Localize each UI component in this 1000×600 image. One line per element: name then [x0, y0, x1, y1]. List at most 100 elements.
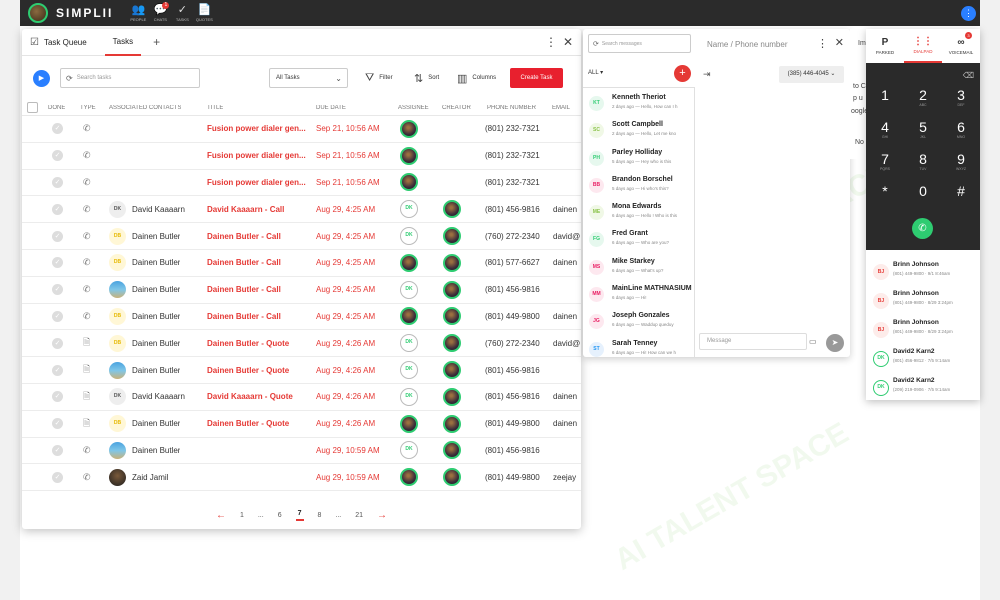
recent-call-item[interactable]: BJ Brinn Johnson (801) 449-9800 · 8/29 3:2… [866, 285, 980, 314]
assignee-avatar[interactable]: DK [400, 334, 418, 353]
phone-number[interactable]: (801) 456-9816 [485, 285, 540, 294]
keypad-key[interactable]: 4 GHI [866, 120, 904, 140]
table-row[interactable]: ✓ 🗎 Dainen Butler Dainen Butler - Quote Aug … [22, 357, 581, 384]
done-toggle[interactable]: ✓ [52, 257, 63, 269]
send-icon[interactable]: ➤ [826, 334, 844, 352]
keypad-key[interactable]: 6 MNO [942, 120, 980, 140]
table-row[interactable]: ✓ ✆ Fusion power dialer gen... Sep 21, 10:5… [22, 116, 581, 143]
create-task-button[interactable]: Create Task [510, 68, 563, 88]
chat-bubble-icon[interactable]: ▭ [809, 337, 817, 346]
phone-number[interactable]: (801) 456-9816 [485, 446, 540, 455]
table-row[interactable]: ✓ ✆ Fusion power dialer gen... Sep 21, 10:5… [22, 143, 581, 170]
assignee-avatar[interactable] [400, 468, 418, 487]
search-tasks-input[interactable]: ⟳ Search tasks [60, 68, 200, 88]
header-due[interactable]: DUE DATE [316, 105, 346, 111]
play-icon[interactable]: ▶ [33, 69, 50, 87]
nav-item-tasks[interactable]: ✓ TASKS [171, 4, 193, 22]
user-avatar[interactable] [28, 3, 48, 23]
contact-cell[interactable]: DB Dainen Butler [109, 415, 180, 433]
keypad-key[interactable]: 7 PQRS [866, 152, 904, 172]
conversation-item[interactable]: JG Joseph Gonzales 6 days ago — Waddup que… [583, 306, 694, 333]
done-toggle[interactable]: ✓ [52, 444, 63, 456]
phone-number[interactable]: (801) 449-9800 [485, 312, 540, 321]
done-toggle[interactable]: ✓ [52, 418, 63, 430]
sender-number-select[interactable]: (385) 446-4045 ⌄ [779, 66, 844, 83]
phone-number[interactable]: (801) 232-7321 [485, 124, 540, 133]
assignee-avatar[interactable]: DK [400, 280, 418, 299]
header-assignee[interactable]: ASSIGNEE [398, 105, 429, 111]
done-toggle[interactable]: ✓ [52, 123, 63, 135]
done-toggle[interactable]: ✓ [52, 364, 63, 376]
page-number[interactable]: 8 [318, 512, 322, 519]
contact-cell[interactable]: Zaid Jamil [109, 468, 168, 486]
sort-button[interactable]: ⇅ Sort [414, 72, 439, 85]
task-title[interactable]: Dainen Butler - Call [207, 232, 311, 241]
task-title[interactable]: Dainen Butler - Call [207, 285, 311, 294]
contact-cell[interactable]: DB Dainen Butler [109, 307, 180, 325]
more-options-icon[interactable]: ⋮ [817, 37, 828, 50]
task-title[interactable]: Dainen Butler - Quote [207, 419, 311, 428]
email[interactable]: dainen [553, 205, 581, 214]
creator-avatar[interactable] [443, 227, 461, 246]
done-toggle[interactable]: ✓ [52, 176, 63, 188]
table-row[interactable]: ✓ ✆ Zaid Jamil Aug 29, 10:59 AM (801) 449-98… [22, 464, 581, 492]
call-button[interactable]: ✆ [912, 218, 933, 239]
conversation-item[interactable]: MM MainLine MATHNASIUM 6 days ago — Hi! [583, 279, 694, 306]
keypad-key[interactable]: * [866, 184, 904, 199]
assignee-avatar[interactable]: DK [400, 361, 418, 380]
keypad-key[interactable]: 2 ABC [904, 88, 942, 108]
page-number[interactable]: 1 [240, 512, 244, 519]
creator-avatar[interactable] [443, 387, 461, 406]
backspace-icon[interactable]: ⌫ [963, 71, 974, 80]
nav-item-chats[interactable]: 💬 CHATS 1 [149, 2, 171, 22]
keypad-key[interactable]: 9 WXYZ [942, 152, 980, 172]
page-number[interactable]: 6 [278, 512, 282, 519]
done-toggle[interactable]: ✓ [52, 310, 63, 322]
creator-avatar[interactable] [443, 361, 461, 380]
phone-number[interactable]: (801) 449-9800 [485, 419, 540, 428]
phone-number[interactable]: (801) 577-6627 [485, 258, 540, 267]
table-row[interactable]: ✓ ✆ Fusion power dialer gen... Sep 21, 10:5… [22, 170, 581, 197]
table-row[interactable]: ✓ 🗎 DB Dainen Butler Dainen Butler - Quote Au… [22, 330, 581, 358]
assignee-avatar[interactable] [400, 253, 418, 272]
recipient-input[interactable]: Name / Phone number [707, 40, 788, 49]
conversation-item[interactable]: SC Scott Campbell 2 days ago — Hello, Let … [583, 115, 694, 142]
creator-avatar[interactable] [443, 280, 461, 299]
phone-number[interactable]: (801) 456-9816 [485, 205, 540, 214]
keypad-key[interactable]: # [942, 184, 980, 199]
keypad-key[interactable]: 3 DEF [942, 88, 980, 108]
next-page-icon[interactable]: → [377, 510, 387, 521]
contact-cell[interactable]: DB Dainen Butler [109, 334, 180, 352]
assignee-avatar[interactable]: DK [400, 387, 418, 406]
contact-cell[interactable]: Dainen Butler [109, 361, 180, 379]
header-email[interactable]: EMAIL [552, 105, 570, 111]
creator-avatar[interactable] [443, 253, 461, 272]
close-icon[interactable]: ✕ [563, 35, 573, 49]
task-filter-select[interactable]: All Tasks ⌄ [269, 68, 348, 88]
phone-number[interactable]: (801) 449-9800 [485, 473, 540, 482]
filter-button[interactable]: ⛛ Filter [365, 72, 393, 85]
conversation-item[interactable]: MS Mike Starkey 6 days ago — What's up? [583, 252, 694, 279]
keypad-key[interactable]: 1 [866, 88, 904, 103]
email[interactable]: david@ [553, 232, 581, 241]
email[interactable]: dainen [553, 312, 581, 321]
creator-avatar[interactable] [443, 468, 461, 487]
forward-icon[interactable]: ⇥ [703, 69, 711, 80]
contact-cell[interactable]: DK David Kaaaarn [109, 388, 185, 406]
nav-item-quotes[interactable]: 📄 QUOTES [193, 4, 215, 22]
contact-cell[interactable]: DB Dainen Butler [109, 254, 180, 272]
header-creator[interactable]: CREATOR [442, 105, 471, 111]
search-messages-input[interactable]: ⟳ Search messages [588, 34, 691, 53]
assignee-avatar[interactable]: DK [400, 200, 418, 219]
header-type[interactable]: TYPE [80, 105, 96, 111]
email[interactable]: dainen [553, 392, 581, 401]
contact-cell[interactable]: Dainen Butler [109, 441, 180, 459]
conversation-item[interactable]: FG Fred Grant 6 days ago — Who are you? [583, 224, 694, 251]
header-done[interactable]: DONE [48, 105, 65, 111]
phone-number[interactable]: (760) 272-2340 [485, 339, 540, 348]
message-filter-dropdown[interactable]: ALL ▾ [588, 69, 603, 76]
table-row[interactable]: ✓ ✆ DB Dainen Butler Dainen Butler - Call Aug… [22, 223, 581, 250]
phone-number[interactable]: (760) 272-2340 [485, 232, 540, 241]
nav-item-people[interactable]: 👥 PEOPLE [127, 4, 149, 22]
done-toggle[interactable]: ✓ [52, 337, 63, 349]
